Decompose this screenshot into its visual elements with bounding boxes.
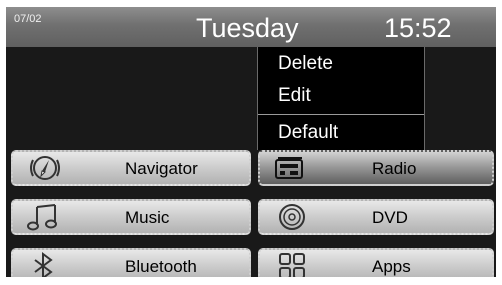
bluetooth-label: Bluetooth — [125, 257, 197, 276]
bluetooth-icon — [34, 252, 53, 277]
head-unit-screen: 07/02 Tuesday 15:52 Delete Edit Default … — [6, 7, 496, 277]
status-bar: 07/02 Tuesday 15:52 — [6, 7, 496, 47]
day-label: Tuesday — [196, 13, 299, 43]
radio-icon — [275, 157, 303, 179]
apps-button[interactable]: Apps — [258, 248, 494, 277]
dvd-label: DVD — [372, 208, 408, 227]
menu-item-default[interactable]: Default — [258, 117, 424, 149]
apps-label: Apps — [372, 257, 411, 276]
menu-item-delete[interactable]: Delete — [258, 48, 424, 80]
navigator-button[interactable]: Navigator — [11, 150, 251, 186]
context-menu: Delete Edit Default — [257, 47, 425, 150]
clock-label: 15:52 — [384, 13, 452, 43]
date-label: 07/02 — [14, 13, 42, 25]
navigator-label: Navigator — [125, 159, 198, 178]
dvd-button[interactable]: DVD — [258, 199, 494, 235]
radio-label: Radio — [372, 159, 417, 178]
disc-icon — [279, 204, 305, 230]
compass-icon — [30, 156, 60, 180]
menu-item-edit[interactable]: Edit — [258, 80, 424, 112]
music-button[interactable]: Music — [11, 199, 251, 235]
music-note-icon — [27, 204, 57, 231]
radio-button[interactable]: Radio — [258, 150, 494, 186]
music-label: Music — [125, 208, 170, 227]
menu-divider — [258, 114, 424, 115]
bluetooth-button[interactable]: Bluetooth — [11, 248, 251, 277]
apps-grid-icon — [279, 253, 305, 277]
